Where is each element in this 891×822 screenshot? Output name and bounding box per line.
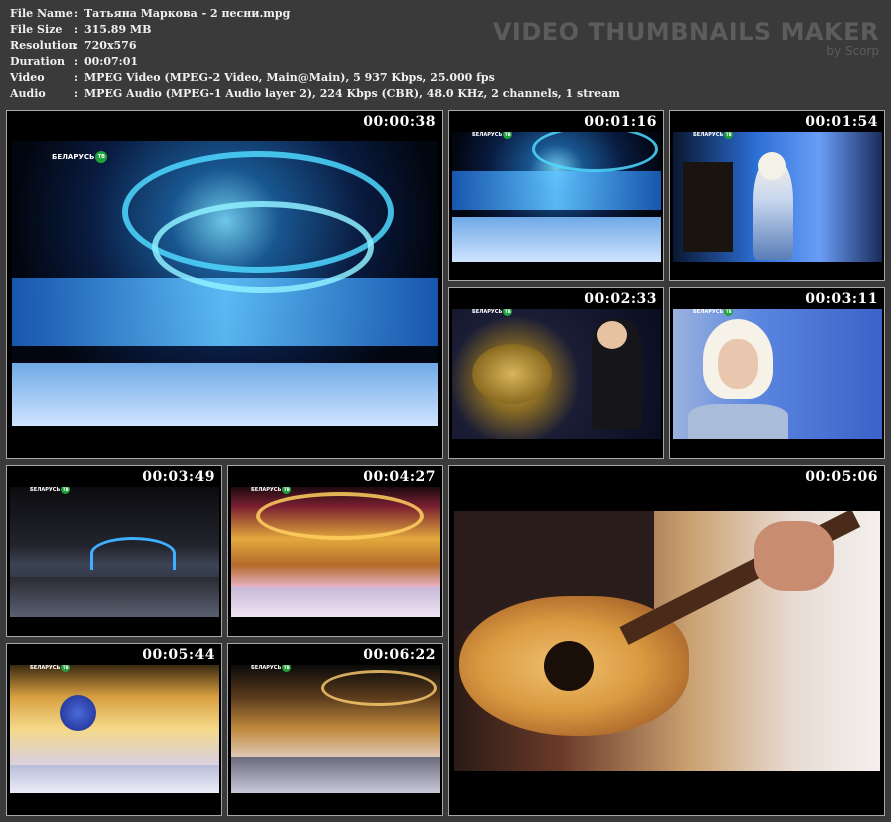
channel-logo: БЕЛАРУСЬ ТВ — [472, 132, 513, 139]
info-separator: : — [74, 39, 79, 52]
info-separator: : — [74, 55, 79, 68]
timestamp: 00:01:16 — [584, 114, 657, 130]
brand-watermark: VIDEO THUMBNAILS MAKER by Scorp — [493, 18, 879, 57]
channel-logo: БЕЛАРУСЬ ТВ — [693, 309, 734, 316]
thumbnail-3[interactable]: БЕЛАРУСЬ ТВ 00:01:54 — [669, 110, 885, 281]
channel-logo-text: БЕЛАРУСЬ — [52, 153, 95, 161]
channel-logo-badge: ТВ — [95, 151, 108, 163]
info-value: Татьяна Маркова - 2 песни.mpg — [84, 7, 291, 20]
channel-logo: БЕЛАРУСЬ ТВ — [251, 487, 292, 494]
info-value: MPEG Video (MPEG-2 Video, Main@Main), 5 … — [84, 71, 495, 84]
info-value: 720x576 — [84, 39, 137, 52]
info-value: MPEG Audio (MPEG-1 Audio layer 2), 224 K… — [84, 87, 620, 100]
video-frame: БЕЛАРУСЬТВ — [10, 665, 219, 793]
info-row-audio: Audio: MPEG Audio (MPEG-1 Audio layer 2),… — [10, 86, 620, 102]
channel-logo-text: БЕЛАРУСЬ — [472, 132, 503, 138]
timestamp: 00:00:38 — [363, 114, 436, 130]
info-key: File Name — [10, 7, 73, 20]
video-frame: БЕЛАРУСЬТВ — [673, 132, 882, 262]
channel-logo-text: БЕЛАРУСЬ — [251, 487, 282, 493]
channel-logo: БЕЛАРУСЬ ТВ — [30, 487, 71, 494]
channel-logo-badge: ТВ — [282, 487, 292, 494]
channel-logo-text: БЕЛАРУСЬ — [472, 309, 503, 315]
info-key: Video — [10, 71, 45, 84]
thumbnail-5[interactable]: БЕЛАРУСЬ ТВ 00:03:11 — [669, 287, 885, 459]
channel-logo: БЕЛАРУСЬ ТВ — [693, 132, 734, 139]
channel-logo-badge: ТВ — [282, 665, 292, 672]
thumbnail-4[interactable]: БЕЛАРУСЬ ТВ 00:02:33 — [448, 287, 664, 459]
thumbnail-2[interactable]: БЕЛАРУСЬ ТВ 00:01:16 — [448, 110, 664, 281]
info-value: 00:07:01 — [84, 55, 139, 68]
channel-logo-badge: ТВ — [503, 132, 513, 139]
channel-logo: БЕЛАРУСЬ ТВ — [472, 309, 513, 316]
timestamp: 00:03:11 — [805, 291, 878, 307]
timestamp: 00:06:22 — [363, 647, 436, 663]
channel-logo-text: БЕЛАРУСЬ — [30, 665, 61, 671]
channel-logo: БЕЛАРУСЬ ТВ — [251, 665, 292, 672]
info-key: Duration — [10, 55, 66, 68]
timestamp: 00:05:06 — [805, 469, 878, 485]
timestamp: 00:05:44 — [142, 647, 215, 663]
timestamp: 00:02:33 — [584, 291, 657, 307]
timestamp: 00:04:27 — [363, 469, 436, 485]
info-key: File Size — [10, 23, 63, 36]
video-frame: БЕЛАРУСЬТВ — [231, 487, 440, 617]
channel-logo: БЕЛАРУСЬ ТВ — [30, 665, 71, 672]
info-key: Audio — [10, 87, 46, 100]
info-value: 315.89 MB — [84, 23, 152, 36]
channel-logo-badge: ТВ — [503, 309, 513, 316]
thumbnail-6[interactable]: БЕЛАРУСЬ ТВ 00:03:49 — [6, 465, 222, 637]
brand-subtitle: by Scorp — [826, 44, 879, 58]
info-separator: : — [74, 23, 79, 36]
video-frame: БЕЛАРУСЬТВ — [12, 141, 438, 426]
info-row-video: Video: MPEG Video (MPEG-2 Video, Main@Mai… — [10, 70, 620, 86]
video-frame: БЕЛАРУСЬТВ — [452, 309, 661, 439]
thumbnail-8[interactable]: БЕЛАРУСЬТВ 00:05:06 — [448, 465, 885, 816]
channel-logo-badge: ТВ — [61, 487, 71, 494]
channel-logo-badge: ТВ — [724, 309, 734, 316]
timestamp: 00:01:54 — [805, 114, 878, 130]
video-frame: БЕЛАРУСЬТВ — [10, 487, 219, 617]
thumbnail-10[interactable]: БЕЛАРУСЬ ТВ 00:06:22 — [227, 643, 443, 816]
video-frame: БЕЛАРУСЬТВ — [454, 511, 880, 771]
channel-logo-badge: ТВ — [61, 665, 71, 672]
channel-logo-badge: ТВ — [724, 132, 734, 139]
brand-title: VIDEO THUMBNAILS MAKER — [492, 18, 879, 46]
thumbnail-1[interactable]: БЕЛАРУСЬ ТВ 00:00:38 — [6, 110, 443, 459]
channel-logo: БЕЛАРУСЬ ТВ — [52, 151, 108, 163]
info-key: Resolution — [10, 39, 77, 52]
channel-logo-text: БЕЛАРУСЬ — [693, 309, 724, 315]
thumbnail-7[interactable]: БЕЛАРУСЬ ТВ 00:04:27 — [227, 465, 443, 637]
channel-logo-text: БЕЛАРУСЬ — [251, 665, 282, 671]
info-separator: : — [74, 71, 79, 84]
timestamp: 00:03:49 — [142, 469, 215, 485]
info-separator: : — [74, 7, 79, 20]
video-frame: БЕЛАРУСЬТВ — [673, 309, 882, 439]
video-frame: БЕЛАРУСЬТВ — [452, 132, 661, 262]
info-separator: : — [74, 87, 79, 100]
thumbnail-9[interactable]: БЕЛАРУСЬ ТВ 00:05:44 — [6, 643, 222, 816]
video-frame: БЕЛАРУСЬТВ — [231, 665, 440, 793]
channel-logo-text: БЕЛАРУСЬ — [30, 487, 61, 493]
channel-logo-text: БЕЛАРУСЬ — [693, 132, 724, 138]
